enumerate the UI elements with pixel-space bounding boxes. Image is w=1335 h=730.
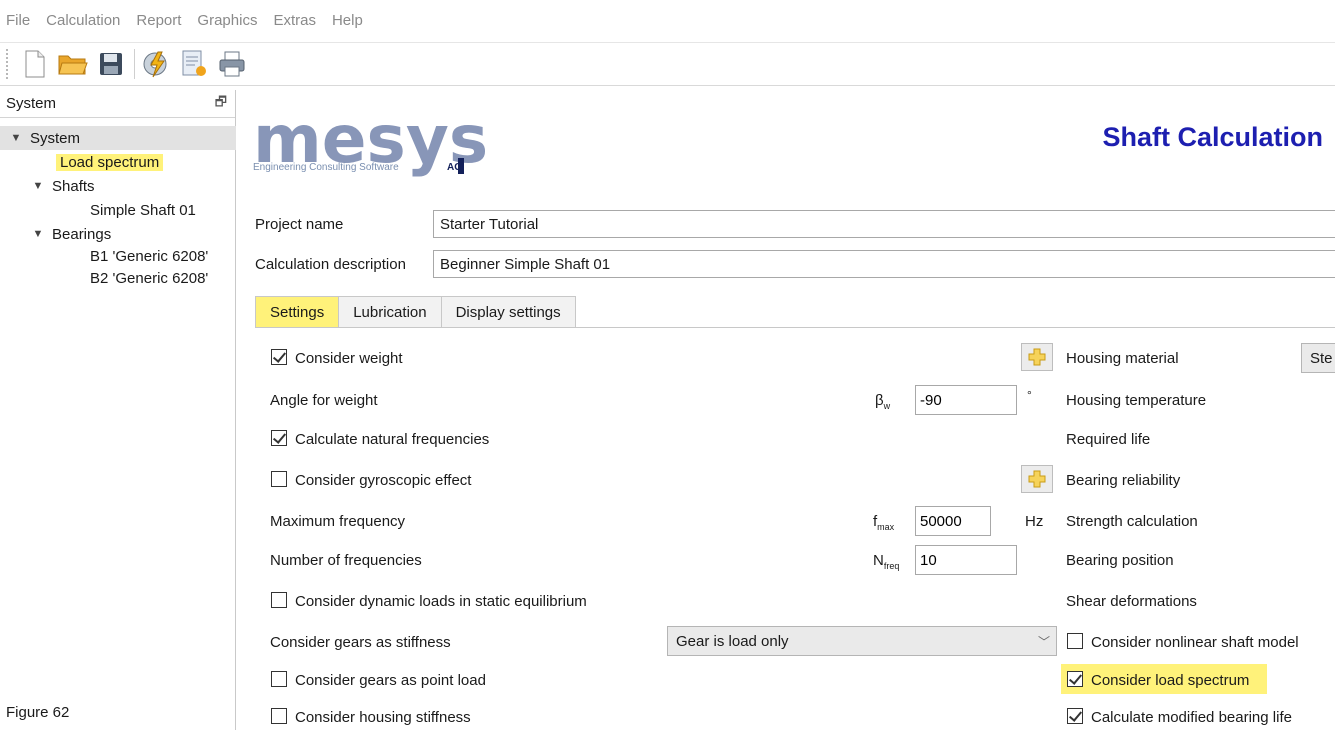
tree-label: Load spectrum — [56, 153, 164, 171]
housing-temperature-label: Housing temperature — [1066, 392, 1207, 409]
bearing-reliability-label: Bearing reliability — [1066, 472, 1181, 489]
max-frequency-unit: Hz — [1025, 513, 1044, 530]
shear-deformations-label: Shear deformations — [1066, 593, 1197, 610]
chevron-down-icon[interactable]: ▼ — [30, 180, 46, 192]
plus-icon — [1028, 470, 1046, 488]
logo-ag: AG — [447, 162, 462, 173]
tree-label: Simple Shaft 01 — [90, 201, 196, 219]
menu-report[interactable]: Report — [136, 12, 181, 29]
tab-settings[interactable]: Settings — [255, 296, 340, 328]
strength-calc-label: Strength calculation — [1066, 513, 1198, 530]
gyroscopic-label: Consider gyroscopic effect — [295, 472, 472, 489]
gears-point-load-checkbox[interactable] — [271, 671, 287, 687]
print-icon[interactable] — [217, 48, 247, 80]
tab-display-settings[interactable]: Display settings — [440, 296, 576, 328]
tree-item-bearing[interactable]: B2 'Generic 6208' — [90, 266, 208, 290]
menu-help[interactable]: Help — [332, 12, 363, 29]
consider-weight-checkbox[interactable] — [271, 349, 287, 365]
dynamic-loads-checkbox[interactable] — [271, 592, 287, 608]
tree-item-shafts[interactable]: ▼ Shafts — [30, 174, 95, 198]
gears-point-load-label: Consider gears as point load — [295, 672, 486, 689]
housing-material-value: Ste — [1310, 349, 1333, 367]
tree-item-load-spectrum[interactable]: Load spectrum — [56, 150, 164, 174]
number-frequencies-input[interactable] — [915, 545, 1017, 575]
open-folder-icon[interactable] — [58, 48, 88, 80]
report-icon[interactable] — [179, 48, 209, 80]
required-life-label: Required life — [1066, 431, 1151, 448]
panel-header: System 🗗 — [0, 90, 235, 118]
angle-unit: ° — [1027, 388, 1032, 402]
consider-weight-label: Consider weight — [295, 350, 403, 367]
angle-weight-label: Angle for weight — [270, 392, 378, 409]
toolbar-separator — [134, 49, 135, 79]
tree-label: B2 'Generic 6208' — [90, 269, 209, 287]
load-spectrum-checkbox[interactable] — [1067, 671, 1083, 687]
number-frequencies-symbol: Nfreq — [873, 552, 900, 571]
calc-description-input[interactable] — [433, 250, 1335, 278]
chevron-down-icon[interactable]: ▼ — [30, 228, 46, 240]
max-frequency-symbol: fmax — [873, 513, 895, 532]
main-content: mesys Engineering Consulting Software AG… — [237, 90, 1335, 730]
max-frequency-label: Maximum frequency — [270, 513, 406, 530]
plus-icon — [1028, 348, 1046, 366]
housing-stiffness-checkbox[interactable] — [271, 708, 287, 724]
gyroscopic-checkbox[interactable] — [271, 471, 287, 487]
logo-tagline: Engineering Consulting Software — [253, 162, 399, 173]
tree-item-bearings[interactable]: ▼ Bearings — [30, 222, 112, 246]
tree-label: Shafts — [52, 177, 95, 195]
tab-lubrication[interactable]: Lubrication — [338, 296, 442, 328]
gears-stiffness-label: Consider gears as stiffness — [270, 634, 451, 651]
add-button[interactable] — [1021, 465, 1053, 493]
restore-icon[interactable]: 🗗 — [215, 93, 227, 115]
menu-bar: File Calculation Report Graphics Extras … — [0, 0, 1335, 40]
menu-graphics[interactable]: Graphics — [197, 12, 257, 29]
add-button[interactable] — [1021, 343, 1053, 371]
angle-weight-input[interactable] — [915, 385, 1017, 415]
toolbar-grip[interactable] — [6, 49, 12, 79]
new-file-icon[interactable] — [20, 48, 50, 80]
menu-extras[interactable]: Extras — [273, 12, 316, 29]
toolbar — [0, 42, 1335, 86]
chevron-down-icon[interactable]: ▼ — [8, 132, 24, 144]
project-name-label: Project name — [255, 216, 344, 233]
tree-item-bearing[interactable]: B1 'Generic 6208' — [90, 244, 208, 268]
menu-file[interactable]: File — [6, 12, 30, 29]
nonlinear-model-label: Consider nonlinear shaft model — [1091, 634, 1299, 651]
panel-title: System — [6, 95, 57, 112]
chevron-down-icon: ﹀ — [1037, 635, 1050, 649]
menu-calculation[interactable]: Calculation — [46, 12, 120, 29]
number-frequencies-label: Number of frequencies — [270, 552, 422, 569]
natural-frequencies-checkbox[interactable] — [271, 430, 287, 446]
modified-life-checkbox[interactable] — [1067, 708, 1083, 724]
nonlinear-model-checkbox[interactable] — [1067, 633, 1083, 649]
system-panel: System 🗗 ▼ System Load spectrum ▼ Shafts… — [0, 90, 236, 730]
tab-divider — [255, 327, 1335, 328]
bearing-position-label: Bearing position — [1066, 552, 1174, 569]
tree-label: System — [30, 129, 81, 147]
angle-symbol: βw — [875, 392, 891, 411]
tree-item-system[interactable]: ▼ System — [0, 126, 236, 150]
calc-description-label: Calculation description — [255, 256, 406, 273]
gears-stiffness-value: Gear is load only — [676, 632, 789, 650]
natural-frequencies-label: Calculate natural frequencies — [295, 431, 490, 448]
app-title: Shaft Calculation — [1102, 122, 1323, 152]
tree-label: Bearings — [52, 225, 112, 243]
housing-material-select[interactable]: Ste — [1301, 343, 1335, 373]
project-name-input[interactable] — [433, 210, 1335, 238]
housing-stiffness-label: Consider housing stiffness — [295, 709, 471, 726]
max-frequency-input[interactable] — [915, 506, 991, 536]
tree-label: B1 'Generic 6208' — [90, 247, 209, 265]
save-icon[interactable] — [96, 48, 126, 80]
tab-bar: Settings Lubrication Display settings — [255, 296, 576, 328]
figure-caption: Figure 62 — [6, 704, 70, 721]
dynamic-loads-label: Consider dynamic loads in static equilib… — [295, 593, 587, 610]
housing-material-label: Housing material — [1066, 350, 1179, 367]
load-spectrum-label: Consider load spectrum — [1091, 672, 1250, 689]
gears-stiffness-select[interactable]: Gear is load only ﹀ — [667, 626, 1057, 656]
calculate-icon[interactable] — [141, 48, 171, 80]
modified-life-label: Calculate modified bearing life — [1091, 709, 1292, 726]
tree-item-shaft[interactable]: Simple Shaft 01 — [90, 198, 196, 222]
